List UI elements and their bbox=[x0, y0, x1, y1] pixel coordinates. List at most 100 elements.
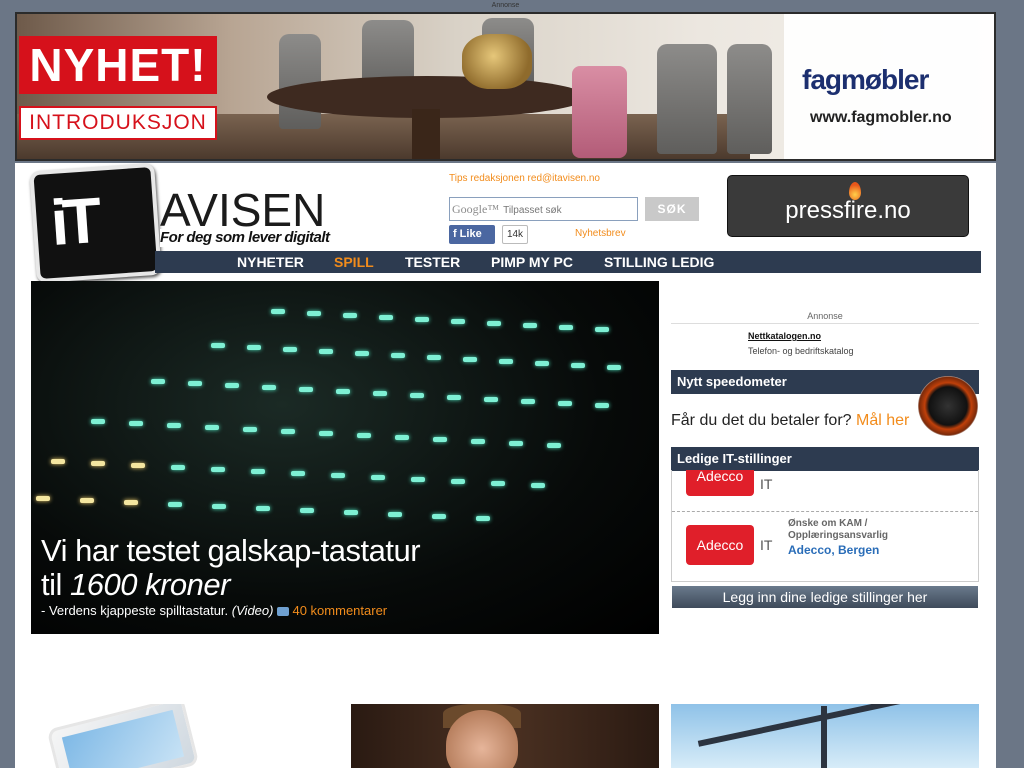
nettkatalogen-link[interactable]: Nettkatalogen.no bbox=[748, 331, 821, 341]
keyboard-key-glow bbox=[167, 423, 181, 428]
keyboard-key-glow bbox=[487, 321, 501, 326]
keyboard-key-glow bbox=[476, 516, 490, 521]
keyboard-key-glow bbox=[131, 463, 145, 468]
speedometer-gauge-icon[interactable] bbox=[918, 376, 978, 436]
keyboard-key-glow bbox=[451, 319, 465, 324]
banner-headline: NYHET! bbox=[19, 36, 217, 94]
job-title-line1: Ønske om KAM / bbox=[788, 518, 868, 529]
keyboard-key-glow bbox=[559, 325, 573, 330]
keyboard-key-glow bbox=[595, 403, 609, 408]
nav-item-pimp-my-pc[interactable]: PIMP MY PC bbox=[491, 251, 573, 273]
speedometer-link[interactable]: Mål her bbox=[856, 412, 909, 429]
top-banner-ad[interactable]: NYHET! INTRODUKSJON fagmøbler www.fagmob… bbox=[15, 12, 996, 161]
speedometer-text: Får du det du betaler for? Mål her bbox=[671, 412, 909, 430]
keyboard-key-glow bbox=[531, 483, 545, 488]
keyboard-key-glow bbox=[256, 506, 270, 511]
job-company[interactable]: Adecco, Bergen bbox=[788, 543, 879, 557]
article-thumb-portrait[interactable] bbox=[351, 704, 659, 768]
sidebar-ad-divider bbox=[671, 323, 979, 324]
pressfire-ad[interactable]: pressfire.no bbox=[727, 175, 969, 237]
adecco-logo: Adecco bbox=[686, 470, 754, 496]
hero-subtitle-text: - Verdens kjappeste spilltastatur. bbox=[41, 603, 229, 618]
fagmobler-url: www.fagmobler.no bbox=[810, 109, 952, 126]
keyboard-key-glow bbox=[129, 421, 143, 426]
keyboard-key-glow bbox=[595, 327, 609, 332]
keyboard-key-glow bbox=[558, 401, 572, 406]
fagmobler-panel: fagmøbler www.fagmobler.no bbox=[784, 14, 994, 159]
hero-article[interactable]: Vi har testet galskap-tastatur til 1600 … bbox=[31, 281, 659, 634]
hero-title[interactable]: Vi har testet galskap-tastatur til 1600 … bbox=[41, 534, 421, 602]
keyboard-key-glow bbox=[205, 425, 219, 430]
search-input[interactable]: Google™ Tilpasset søk bbox=[449, 197, 638, 221]
keyboard-key-glow bbox=[299, 387, 313, 392]
search-placeholder: Tilpasset søk bbox=[503, 205, 562, 216]
keyboard-key-glow bbox=[225, 383, 239, 388]
fagmobler-logo: fagmøbler bbox=[802, 64, 929, 95]
keyboard-key-glow bbox=[211, 467, 225, 472]
itavisen-logo-icon[interactable]: iT bbox=[29, 162, 162, 284]
banner-table-leg bbox=[412, 109, 440, 159]
keyboard-key-glow bbox=[373, 391, 387, 396]
keyboard-key-glow bbox=[571, 363, 585, 368]
hero-comments-link[interactable]: 40 kommentarer bbox=[292, 603, 387, 618]
logo-avisen-text[interactable]: AVISEN bbox=[160, 187, 325, 233]
keyboard-key-glow bbox=[243, 427, 257, 432]
hero-title-prefix: til bbox=[41, 567, 70, 602]
keyboard-key-glow bbox=[427, 355, 441, 360]
job-it-label: IT bbox=[760, 476, 773, 492]
tips-link[interactable]: Tips redaksjonen red@itavisen.no bbox=[449, 173, 600, 184]
keyboard-key-glow bbox=[291, 471, 305, 476]
keyboard-key-glow bbox=[336, 389, 350, 394]
facebook-icon: f bbox=[453, 228, 457, 240]
keyboard-key-glow bbox=[484, 397, 498, 402]
keyboard-key-glow bbox=[344, 510, 358, 515]
job-it-label: IT bbox=[760, 537, 773, 553]
keyboard-key-glow bbox=[91, 419, 105, 424]
crane-arm-image bbox=[697, 704, 915, 747]
keyboard-key-glow bbox=[212, 504, 226, 509]
newsletter-link[interactable]: Nyhetsbrev bbox=[575, 228, 626, 239]
keyboard-key-glow bbox=[168, 502, 182, 507]
keyboard-key-glow bbox=[509, 441, 523, 446]
keyboard-key-glow bbox=[395, 435, 409, 440]
keyboard-key-glow bbox=[357, 433, 371, 438]
job-title-line2: Opplæringsansvarlig bbox=[788, 530, 889, 541]
search-button[interactable]: SØK bbox=[645, 197, 699, 221]
logo-slogan: For deg som lever digitalt bbox=[160, 229, 380, 247]
nav-item-spill[interactable]: SPILL bbox=[334, 251, 374, 273]
banner-tagline: INTRODUKSJON bbox=[19, 106, 217, 140]
keyboard-key-glow bbox=[124, 500, 138, 505]
article-thumb-crane[interactable] bbox=[671, 704, 979, 768]
keyboard-key-glow bbox=[319, 349, 333, 354]
sidebar-ad-label: Annonse bbox=[807, 311, 843, 321]
hero-video-tag: (Video) bbox=[231, 603, 274, 618]
nav-item-tester[interactable]: TESTER bbox=[405, 251, 460, 273]
job-title[interactable]: Ønske om KAM / Opplæringsansvarlig bbox=[788, 518, 888, 542]
facebook-like-button[interactable]: f Like bbox=[449, 225, 495, 244]
keyboard-key-glow bbox=[523, 323, 537, 328]
comment-icon bbox=[277, 607, 290, 616]
nav-item-stilling-ledig[interactable]: STILLING LEDIG bbox=[604, 251, 714, 273]
hero-title-line2: til 1600 kroner bbox=[41, 568, 420, 602]
logo-it-text: iT bbox=[48, 184, 99, 260]
keyboard-key-glow bbox=[411, 477, 425, 482]
phone-image bbox=[46, 704, 200, 768]
article-thumb-phone[interactable] bbox=[31, 704, 325, 768]
keyboard-key-glow bbox=[283, 347, 297, 352]
keyboard-key-glow bbox=[300, 508, 314, 513]
nav-item-nyheter[interactable]: NYHETER bbox=[237, 251, 304, 273]
keyboard-key-glow bbox=[51, 459, 65, 464]
jobs-header[interactable]: Ledige IT-stillinger bbox=[671, 447, 979, 471]
flame-icon bbox=[849, 182, 861, 200]
like-count: 14k bbox=[502, 225, 528, 244]
keyboard-key-glow bbox=[521, 399, 535, 404]
google-logo: Google™ bbox=[452, 202, 500, 216]
keyboard-key-glow bbox=[91, 461, 105, 466]
pressfire-label: pressfire.no bbox=[785, 197, 911, 224]
keyboard-key-glow bbox=[319, 431, 333, 436]
keyboard-key-glow bbox=[433, 437, 447, 442]
keyboard-key-glow bbox=[447, 395, 461, 400]
like-label: Like bbox=[459, 228, 482, 240]
keyboard-key-glow bbox=[36, 496, 50, 501]
post-jobs-button[interactable]: Legg inn dine ledige stillinger her bbox=[672, 586, 978, 608]
